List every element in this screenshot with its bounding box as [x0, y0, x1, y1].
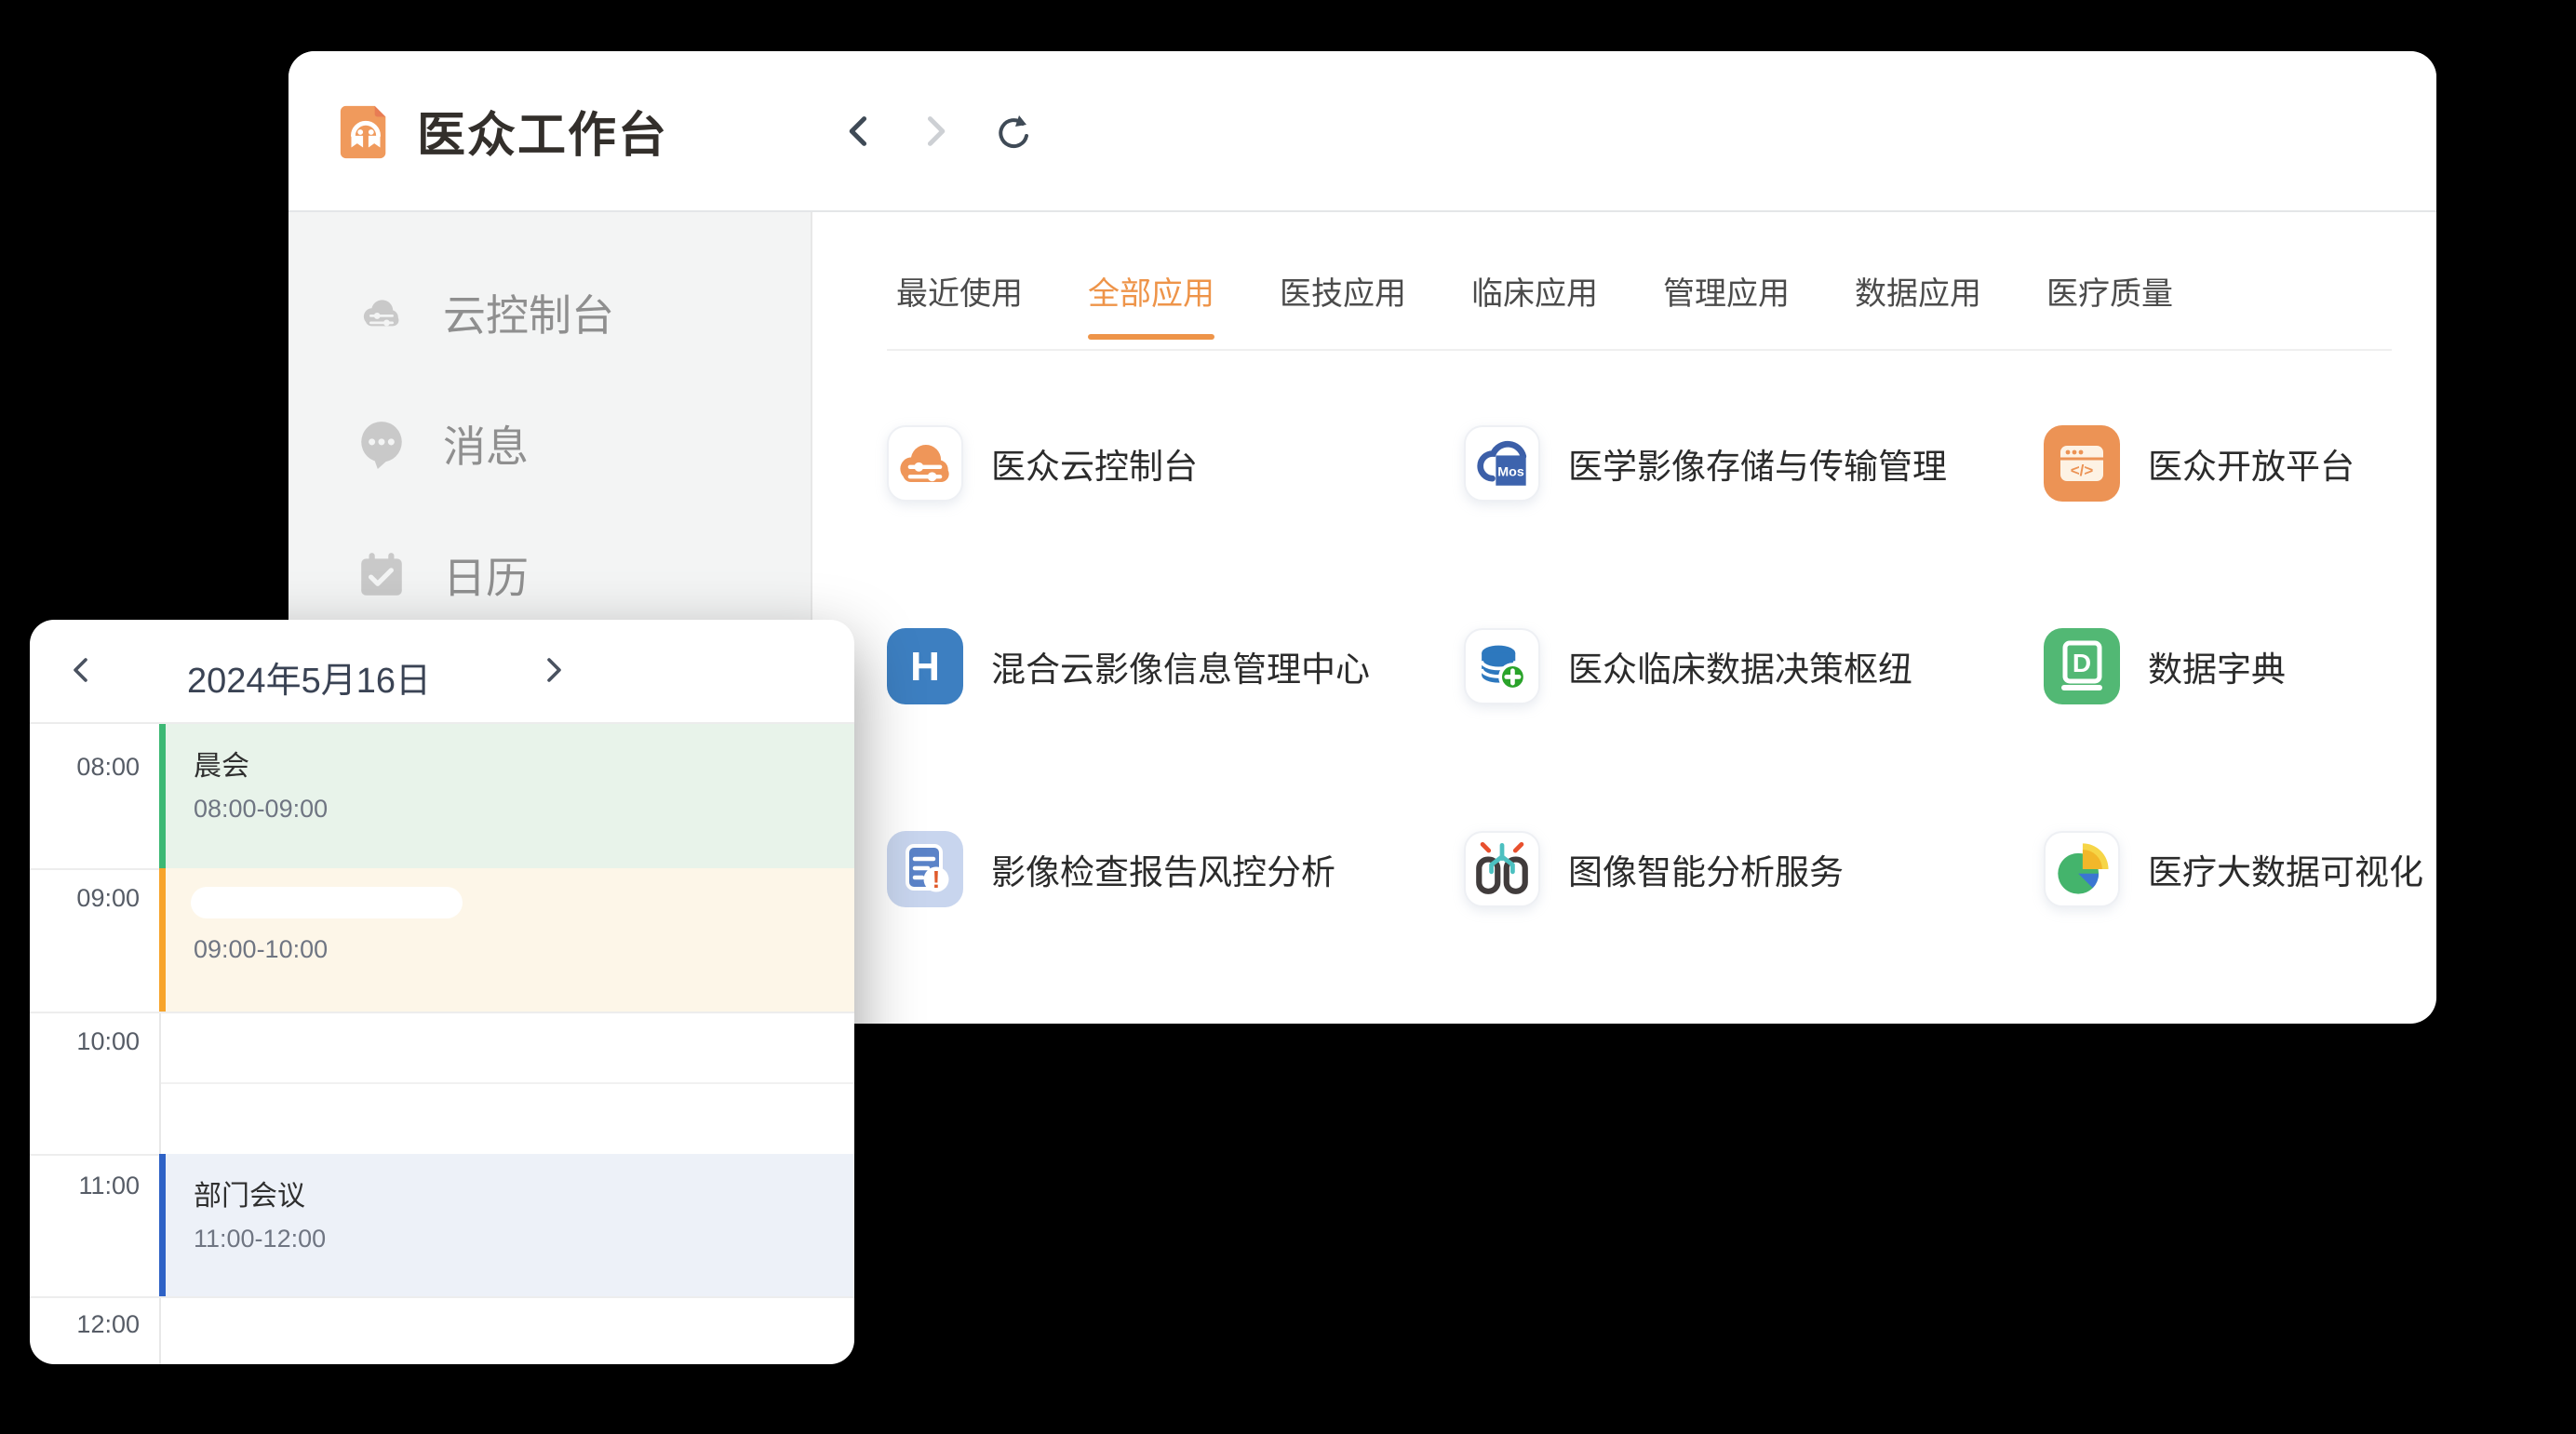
- app-open-platform[interactable]: </> 医众开放平台: [2044, 425, 2436, 502]
- back-button[interactable]: [840, 113, 878, 150]
- nav-buttons: [840, 113, 1030, 150]
- titlebar: 医众工作台: [288, 51, 2436, 212]
- app-label: 医众云控制台: [991, 438, 1198, 489]
- app-hybrid-cloud-imaging[interactable]: H 混合云影像信息管理中心: [887, 628, 1464, 704]
- code-window-icon: </>: [2044, 425, 2120, 502]
- tab-data-apps[interactable]: 数据应用: [1855, 268, 1981, 340]
- back-icon: [840, 113, 878, 150]
- event-time: 11:00-12:00: [194, 1225, 854, 1253]
- event-morning-meeting[interactable]: 晨会 08:00-09:00: [159, 724, 854, 868]
- sidebar-item-label: 云控制台: [443, 282, 614, 343]
- lungs-icon: [1466, 831, 1538, 907]
- calendar-panel: 2024年5月16日 08:00 09:00 10:00 11:00 12:00…: [30, 620, 854, 1364]
- time-label: 11:00: [30, 1172, 140, 1200]
- app-image-storage[interactable]: Mos 医学影像存储与传输管理: [1464, 425, 2044, 502]
- app-image-ai-analysis[interactable]: 图像智能分析服务: [1464, 831, 2044, 907]
- event-time: 08:00-09:00: [194, 795, 854, 824]
- sidebar-item-messages[interactable]: 消息: [288, 378, 811, 509]
- mos-cloud-icon: Mos: [1466, 425, 1538, 502]
- pie-chart-icon: [2046, 831, 2118, 907]
- cloud-settings-icon: [356, 287, 408, 339]
- app-label: 数据字典: [2148, 641, 2286, 691]
- calendar-check-icon: [356, 549, 408, 601]
- svg-text:D: D: [2073, 649, 2091, 677]
- app-content: 最近使用 全部应用 医技应用 临床应用 管理应用 数据应用 医疗质量: [812, 212, 2436, 1024]
- app-label: 影像检查报告风控分析: [991, 844, 1335, 894]
- svg-text:H: H: [910, 644, 940, 690]
- svg-text:</>: </>: [2071, 462, 2094, 479]
- message-icon: [356, 418, 408, 470]
- event-title: 晨会: [194, 743, 854, 784]
- database-plus-icon: [1466, 628, 1538, 704]
- tab-quality[interactable]: 医疗质量: [2046, 268, 2173, 340]
- app-logo-icon: [337, 101, 395, 162]
- calendar-prev-button[interactable]: [65, 653, 99, 687]
- app-clinical-data-hub[interactable]: 医众临床数据决策枢纽: [1464, 628, 2044, 704]
- calendar-next-button[interactable]: [536, 653, 570, 687]
- app-label: 图像智能分析服务: [1568, 844, 1844, 894]
- tab-all-apps[interactable]: 全部应用: [1088, 268, 1214, 340]
- event-hidden[interactable]: 09:00-10:00: [159, 868, 854, 1012]
- report-alert-icon: !: [887, 831, 963, 907]
- app-label: 医众临床数据决策枢纽: [1568, 641, 1912, 691]
- forward-icon: [917, 113, 954, 150]
- app-label: 医学影像存储与传输管理: [1568, 438, 1947, 489]
- tab-divider: [887, 349, 2392, 351]
- time-label: 12:00: [30, 1310, 140, 1339]
- app-grid: 医众云控制台 Mos 医学影像存储与传输管理: [887, 425, 2436, 907]
- event-department-meeting[interactable]: 部门会议 11:00-12:00: [159, 1154, 854, 1296]
- sidebar-item-cloud-console[interactable]: 云控制台: [288, 247, 811, 378]
- time-label: 10:00: [30, 1027, 140, 1056]
- app-bigdata-visualization[interactable]: 医疗大数据可视化: [2044, 831, 2436, 907]
- app-label: 混合云影像信息管理中心: [991, 641, 1370, 691]
- time-label: 08:00: [30, 753, 140, 782]
- tab-medtech-apps[interactable]: 医技应用: [1280, 268, 1406, 340]
- forward-button[interactable]: [917, 113, 954, 150]
- tab-recent[interactable]: 最近使用: [896, 268, 1023, 340]
- tab-management-apps[interactable]: 管理应用: [1663, 268, 1790, 340]
- app-title: 医众工作台: [417, 96, 668, 166]
- sidebar-item-label: 日历: [443, 544, 529, 606]
- calendar-date: 2024年5月16日: [141, 651, 476, 703]
- tab-bar: 最近使用 全部应用 医技应用 临床应用 管理应用 数据应用 医疗质量: [896, 268, 2436, 340]
- redacted-event-title: [191, 887, 463, 918]
- refresh-button[interactable]: [993, 113, 1030, 150]
- calendar-header: 2024年5月16日: [30, 620, 854, 724]
- hour-line: [30, 1012, 854, 1013]
- half-hour-line: [161, 1082, 854, 1084]
- event-time: 09:00-10:00: [194, 935, 854, 964]
- svg-text:!: !: [932, 865, 941, 893]
- sidebar-item-label: 消息: [443, 413, 529, 475]
- calendar-grid: 08:00 09:00 10:00 11:00 12:00 晨会 08:00-0…: [30, 724, 854, 1364]
- time-label: 09:00: [30, 884, 140, 913]
- refresh-icon: [993, 113, 1030, 150]
- app-label: 医疗大数据可视化: [2148, 844, 2423, 894]
- app-data-dictionary[interactable]: D 数据字典: [2044, 628, 2436, 704]
- hour-line: [30, 1296, 854, 1298]
- app-cloud-console[interactable]: 医众云控制台: [887, 425, 1464, 502]
- app-label: 医众开放平台: [2148, 438, 2355, 489]
- app-report-risk-analysis[interactable]: ! 影像检查报告风控分析: [887, 831, 1464, 907]
- letter-h-icon: H: [887, 628, 963, 704]
- tab-clinical-apps[interactable]: 临床应用: [1471, 268, 1598, 340]
- cloud-console-icon: [889, 425, 961, 502]
- svg-text:Mos: Mos: [1497, 464, 1524, 479]
- event-title: 部门会议: [194, 1173, 854, 1213]
- dictionary-book-icon: D: [2044, 628, 2120, 704]
